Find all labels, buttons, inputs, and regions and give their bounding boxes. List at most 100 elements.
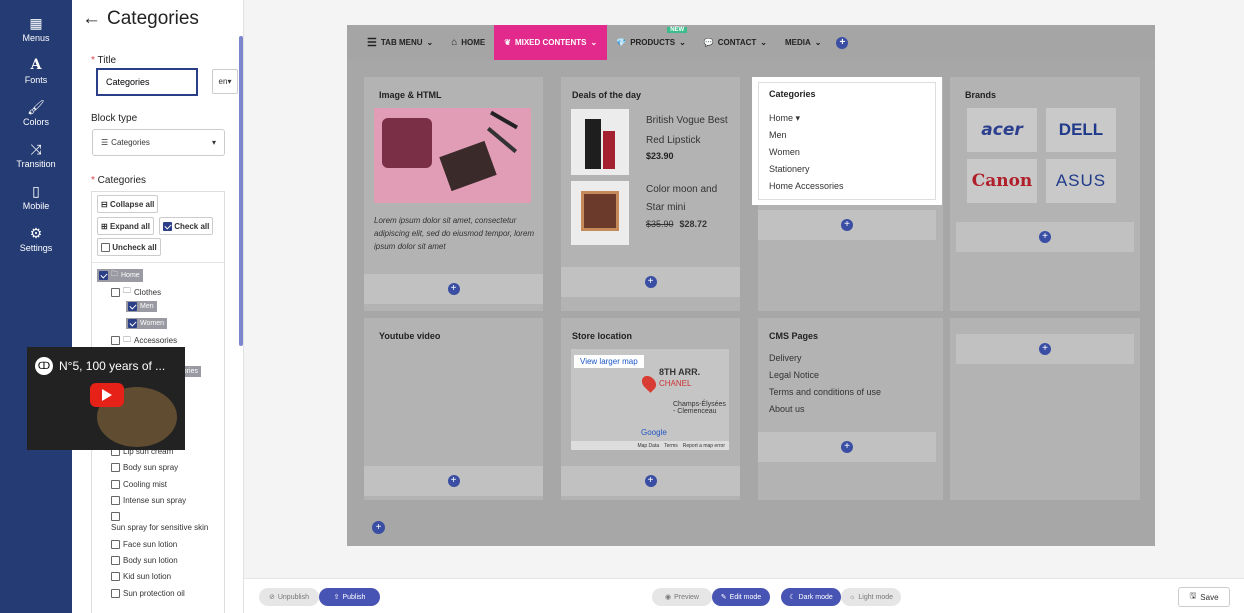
tree-node[interactable]: 🗀 Home xyxy=(97,269,143,282)
menu-item-contact[interactable]: 💬 CONTACT ⌄ xyxy=(695,25,776,60)
block-type-select[interactable]: ☰ Categories ▾ xyxy=(92,129,225,156)
tree-checkbox[interactable] xyxy=(111,479,120,489)
tree-checkbox[interactable] xyxy=(128,302,137,312)
tree-node[interactable]: Kid sun lotion xyxy=(111,572,171,582)
tree-node-label: Accessories xyxy=(134,336,178,346)
title-input[interactable] xyxy=(96,68,198,96)
tree-node-label: Women xyxy=(140,319,164,327)
add-block-button[interactable]: + xyxy=(364,466,543,496)
tree-node[interactable]: Sun protection oil xyxy=(111,588,185,598)
youtube-video-embed[interactable]: ↀ N°5, 100 years of ... xyxy=(27,347,185,450)
add-block-button[interactable]: + xyxy=(561,267,740,297)
product-name[interactable]: Color moon and Star mini xyxy=(646,181,736,217)
tree-node-chip[interactable]: Men xyxy=(126,301,157,313)
column-cms-pages: CMS Pages Delivery Legal Notice Terms an… xyxy=(758,318,943,500)
play-button[interactable] xyxy=(90,383,124,407)
category-item[interactable]: Stationery xyxy=(769,164,810,174)
brand-logo-dell[interactable]: DELL xyxy=(1046,108,1116,152)
tree-node[interactable]: 🗀 Accessories xyxy=(111,334,177,348)
edit-mode-button[interactable]: ✎ Edit mode xyxy=(712,588,770,606)
category-home[interactable]: Home ▾ xyxy=(769,113,800,124)
light-mode-button[interactable]: ☼ Light mode xyxy=(841,588,901,606)
add-column-button[interactable]: + xyxy=(372,521,385,534)
block-title: Deals of the day xyxy=(572,90,642,100)
add-block-button[interactable]: + xyxy=(758,432,936,462)
tree-node[interactable]: Intense sun spray xyxy=(111,495,186,505)
menu-item-products[interactable]: NEW 💎 PRODUCTS ⌄ xyxy=(607,25,695,60)
tree-node[interactable]: Cooling mist xyxy=(111,479,167,489)
upload-icon: ⇪ xyxy=(333,594,340,601)
category-item[interactable]: Men xyxy=(769,130,787,140)
map-label: CHANEL xyxy=(659,379,692,388)
collapse-all-button[interactable]: ⊟ Collapse all xyxy=(97,195,159,213)
category-item[interactable]: Women xyxy=(769,147,800,157)
uncheck-all-button[interactable]: Uncheck all xyxy=(97,238,161,256)
add-block-button[interactable]: + xyxy=(561,466,740,496)
tree-node[interactable]: Face sun lotion xyxy=(111,540,177,549)
publish-button[interactable]: ⇪ Publish xyxy=(319,588,380,606)
rail-item-transition[interactable]: ⤨ Transition xyxy=(0,134,72,176)
rail-item-menus[interactable]: ▦ Menus xyxy=(0,8,72,50)
leaf-icon: ❦ xyxy=(504,38,511,47)
unpublish-button[interactable]: ⊘ Unpublish xyxy=(259,588,319,606)
tree-checkbox[interactable] xyxy=(111,463,120,473)
menu-item-home[interactable]: ⌂ HOME xyxy=(442,25,494,60)
tree-node[interactable]: Body sun spray xyxy=(111,463,178,473)
menu-item-mixed-contents[interactable]: ❦ MIXED CONTENTS ⌄ xyxy=(494,25,608,60)
cms-link[interactable]: Delivery xyxy=(769,353,802,363)
tree-checkbox[interactable] xyxy=(111,588,120,598)
tree-checkbox[interactable] xyxy=(111,495,120,505)
menu-item-media[interactable]: MEDIA ⌄ xyxy=(776,25,830,60)
block-title: Youtube video xyxy=(379,331,441,341)
tree-checkbox[interactable] xyxy=(99,271,108,280)
tree-node[interactable]: Sun spray for sensitive skin xyxy=(111,512,208,532)
view-larger-map-link[interactable]: View larger map xyxy=(574,355,644,368)
category-item[interactable]: Home Accessories xyxy=(769,181,844,191)
block-title: Categories xyxy=(769,89,816,99)
expand-all-button[interactable]: ⊞ Expand all xyxy=(97,217,154,235)
cms-link[interactable]: Legal Notice xyxy=(769,370,819,380)
categories-block-highlight[interactable]: Categories Home ▾ Men Women Stationery H… xyxy=(752,77,942,205)
brand-logo-canon[interactable]: Canon xyxy=(967,159,1037,203)
tree-checkbox[interactable] xyxy=(111,556,120,566)
tree-checkbox[interactable] xyxy=(111,540,120,549)
store-map[interactable]: View larger map 8TH ARR. CHANEL Champs-É… xyxy=(571,349,729,450)
product-name[interactable]: British Vogue Best Red Lipstick xyxy=(646,111,736,151)
map-label: 8TH ARR. xyxy=(659,367,701,377)
add-block-button[interactable]: + xyxy=(364,274,543,304)
tree-checkbox[interactable] xyxy=(111,572,120,582)
tree-node[interactable]: Body sun lotion xyxy=(111,556,178,566)
rail-item-mobile[interactable]: ▯ Mobile xyxy=(0,176,72,218)
back-button[interactable]: ← Categories xyxy=(82,8,199,30)
rail-item-fonts[interactable]: A Fonts xyxy=(0,50,72,92)
tree-node[interactable]: Women xyxy=(126,317,167,329)
tree-checkbox[interactable] xyxy=(111,336,120,346)
save-button[interactable]: 🖫 Save xyxy=(1178,587,1230,607)
tree-node-chip[interactable]: Women xyxy=(126,317,167,329)
tree-checkbox[interactable] xyxy=(128,318,137,328)
preview-button[interactable]: ◉ Preview xyxy=(652,588,712,606)
cms-link[interactable]: About us xyxy=(769,404,805,414)
tree-node-label: Body sun lotion xyxy=(123,556,178,566)
brand-logo-acer[interactable]: acer xyxy=(967,108,1037,152)
tree-node[interactable]: 🗀 Clothes xyxy=(111,285,161,299)
play-icon xyxy=(102,389,112,401)
dark-mode-button[interactable]: ☾ Dark mode xyxy=(781,588,841,606)
language-select[interactable]: en ▾ xyxy=(212,69,238,94)
add-block-button[interactable]: + xyxy=(758,210,936,240)
panel-scrollbar[interactable] xyxy=(239,36,243,346)
tree-checkbox[interactable] xyxy=(111,512,120,521)
tree-node[interactable]: Men xyxy=(126,301,157,313)
rail-item-colors[interactable]: 🖌 Colors xyxy=(0,92,72,134)
plus-icon: + xyxy=(1039,231,1051,243)
add-block-button[interactable]: + xyxy=(956,334,1134,364)
check-all-button[interactable]: Check all xyxy=(159,217,214,235)
menu-item-tab-menu[interactable]: ☰ TAB MENU ⌄ xyxy=(347,25,442,60)
rail-item-settings[interactable]: ⚙ Settings xyxy=(0,218,72,260)
add-menu-item-button[interactable]: + xyxy=(836,36,849,49)
tree-node-chip[interactable]: 🗀 Home xyxy=(97,269,143,282)
add-block-button[interactable]: + xyxy=(956,222,1134,252)
tree-checkbox[interactable] xyxy=(111,287,120,297)
brand-logo-asus[interactable]: ASUS xyxy=(1046,159,1116,203)
cms-link[interactable]: Terms and conditions of use xyxy=(769,387,881,397)
